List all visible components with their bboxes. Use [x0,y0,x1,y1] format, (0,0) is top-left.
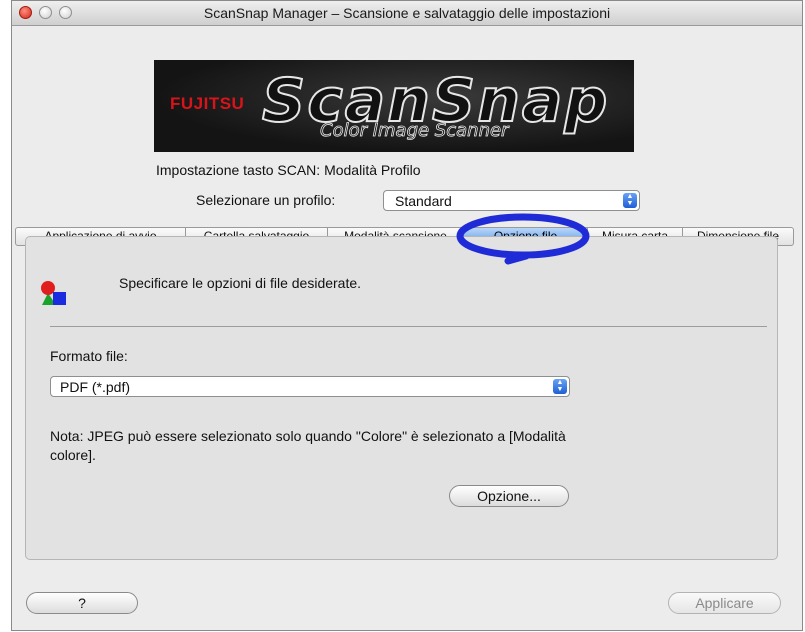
file-format-select-value: PDF (*.pdf) [60,379,131,395]
help-button[interactable]: ? [26,592,138,614]
panel-divider [50,326,767,327]
apply-button[interactable]: Applicare [668,592,781,614]
panel-intro-text: Specificare le opzioni di file desiderat… [119,275,362,291]
red-circle-shape [41,281,55,295]
title-bar[interactable]: ScanSnap Manager – Scansione e salvatagg… [12,1,802,26]
logo-tagline: Color Image Scanner [320,120,509,142]
profile-select-value: Standard [395,193,452,209]
file-format-select[interactable]: PDF (*.pdf) ▲ ▼ [50,376,570,397]
file-format-label: Formato file: [50,348,128,364]
window-title: ScanSnap Manager – Scansione e salvatagg… [203,5,611,21]
blue-square-shape [53,292,66,305]
up-down-arrows-icon: ▲ ▼ [553,379,567,394]
profile-select[interactable]: Standard ▲ ▼ [383,190,640,211]
profile-select-label: Selezionare un profilo: [196,192,336,208]
option-button[interactable]: Opzione... [449,485,569,507]
file-options-shapes-icon [41,281,66,305]
scansnap-logo: FUJITSU ScanSnap Color Image Scanner [154,60,634,152]
scan-button-setting-label: Impostazione tasto SCAN: Modalità Profil… [156,162,421,178]
fujitsu-logo-text: FUJITSU [170,94,245,113]
jpeg-note-text: Nota: JPEG può essere selezionato solo q… [50,428,566,463]
up-down-arrows-icon: ▲ ▼ [623,193,637,208]
